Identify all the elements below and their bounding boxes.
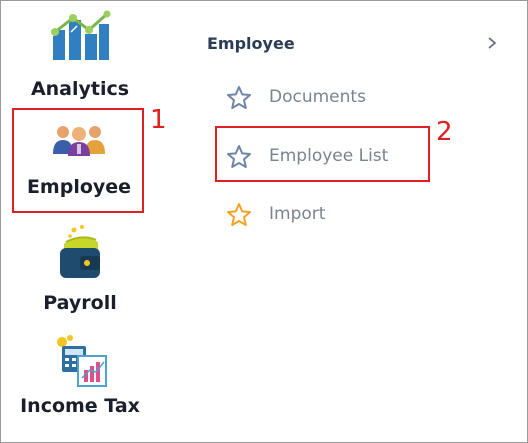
star-outline-icon [227,203,251,226]
submenu-item-documents[interactable]: Documents [226,81,416,113]
sidebar-item-label: Analytics [30,78,130,100]
chevron-right-icon [488,37,497,49]
submenu-item-import[interactable]: Import [226,198,416,230]
submenu-title: Employee [207,34,295,53]
star-outline-icon [227,86,251,109]
sidebar-item-payroll[interactable]: Payroll [20,220,140,320]
submenu-item-label: Documents [269,87,366,107]
annotation-number-2: 2 [436,117,453,147]
wallet-icon [60,225,100,278]
sidebar-item-label: Income Tax [20,395,140,417]
annotation-number-1: 1 [150,105,167,135]
sidebar-item-analytics[interactable]: Analytics [20,6,140,106]
annotation-box-1 [12,108,144,213]
submenu-header[interactable]: Employee [207,31,507,57]
annotation-box-2 [215,126,430,182]
analytics-icon [51,10,111,60]
sidebar-item-income-tax[interactable]: Income Tax [12,332,148,432]
submenu-item-label: Import [269,204,326,224]
sidebar-item-label: Payroll [43,292,117,314]
tax-calculator-icon [57,335,107,387]
